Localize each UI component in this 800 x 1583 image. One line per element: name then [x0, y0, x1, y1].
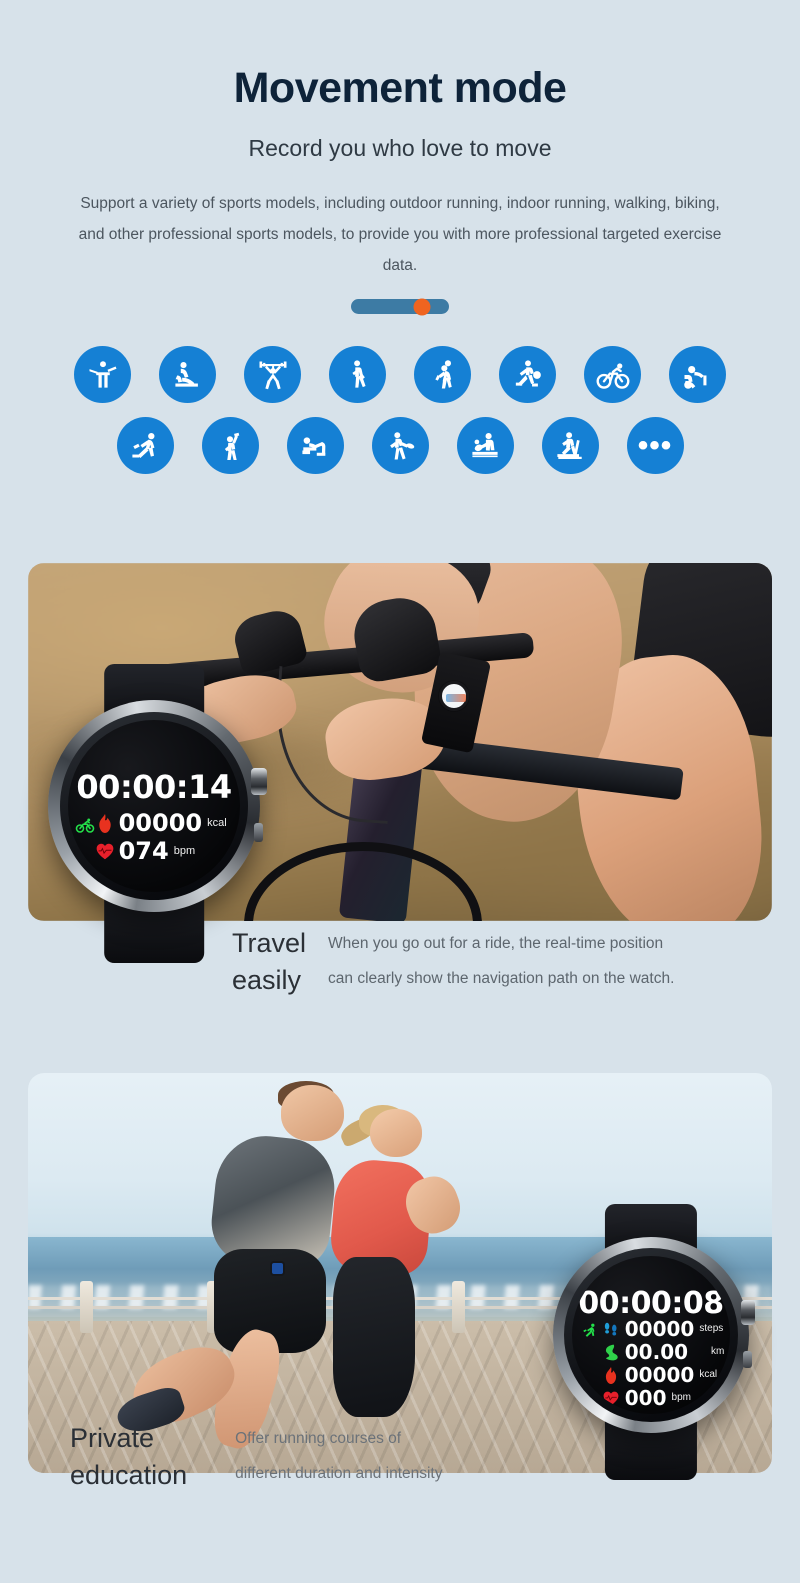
sport-item-table-tennis[interactable]	[456, 417, 514, 475]
sport-item-stretching[interactable]	[74, 346, 131, 404]
wrist-watch-on-rider	[438, 681, 469, 712]
heartrate-unit: bpm	[671, 1392, 691, 1404]
sport-item-treadmill[interactable]	[541, 417, 599, 475]
metric-calories: 00000 kcal	[96, 811, 240, 835]
sport-item-weightlifting[interactable]	[244, 346, 301, 404]
sport-icon-row-1	[0, 346, 800, 404]
calories-value: 00000	[624, 1363, 695, 1388]
situp-icon	[297, 428, 333, 464]
distance-value: 00.00	[624, 1340, 689, 1365]
cycling-watch-face: 00:00:14 00000 kcal 074 bpm	[68, 720, 240, 892]
slider-knob[interactable]	[413, 298, 431, 316]
running-caption-title: Private education	[70, 1423, 188, 1491]
cycling-icon	[75, 815, 95, 840]
calories-unit: kcal	[207, 816, 227, 829]
workout-timer: 00:00:14	[76, 768, 232, 807]
flame-icon	[602, 1366, 620, 1384]
heart-icon	[602, 1391, 620, 1406]
dance-icon	[212, 428, 248, 464]
workout-timer: 00:00:08	[578, 1285, 724, 1321]
cycling-icon	[595, 357, 631, 393]
mode-slider[interactable]	[351, 298, 449, 316]
wrist-watch-on-runner	[269, 1261, 285, 1276]
watch-crown[interactable]	[740, 1299, 756, 1326]
sport-item-badminton[interactable]	[371, 417, 429, 475]
stretching-icon	[85, 357, 121, 393]
metric-steps: 00000 steps	[602, 1319, 731, 1339]
watch-crown[interactable]	[250, 767, 267, 796]
metric-distance: 00.00 km	[602, 1342, 731, 1362]
rowing-icon	[170, 357, 206, 393]
running-caption-body: Offer running courses of different durat…	[235, 1430, 443, 1483]
treadmill-icon	[552, 428, 588, 464]
running-caption: Private education Offer running courses …	[70, 1420, 443, 1495]
steps-unit: steps	[699, 1323, 724, 1335]
badminton-icon	[382, 428, 418, 464]
heartrate-unit: bpm	[173, 844, 196, 857]
sport-item-cycling[interactable]	[584, 346, 641, 404]
product-feature-page: Movement mode Record you who love to mov…	[0, 0, 800, 1583]
steps-value: 00000	[624, 1317, 695, 1342]
distance-icon	[602, 1344, 620, 1361]
cycling-caption-body: When you go out for a ride, the real-tim…	[328, 935, 675, 988]
sport-item-dance[interactable]	[201, 417, 259, 475]
cycling-metrics: 00000 kcal 074 bpm	[96, 811, 240, 863]
sport-item-walking[interactable]	[329, 346, 386, 404]
page-title: Movement mode	[233, 64, 567, 112]
swimming-icon	[680, 357, 716, 393]
sport-mode-grid: •••	[0, 346, 800, 475]
running-watch-face: 00:00:08 00000 steps 00.00 km 00000 kcal…	[572, 1256, 731, 1415]
cycling-watch: 00:00:14 00000 kcal 074 bpm	[48, 663, 267, 963]
cycling-caption: Travel easily When you go out for a ride…	[232, 925, 674, 1000]
watch-screen[interactable]: 00:00:08 00000 steps 00.00 km 00000 kcal…	[571, 1255, 731, 1415]
sport-item-basketball[interactable]	[414, 346, 471, 404]
basketball-icon	[425, 357, 461, 393]
running-metrics: 00000 steps 00.00 km 00000 kcal 000 bpm	[602, 1319, 731, 1408]
watch-side-button[interactable]	[743, 1350, 753, 1369]
watch-side-button[interactable]	[253, 822, 264, 843]
running-watch: 00:00:08 00000 steps 00.00 km 00000 kcal…	[553, 1203, 756, 1481]
walking-icon	[340, 357, 376, 393]
heart-icon	[96, 843, 114, 860]
table-tennis-icon	[467, 428, 503, 464]
calories-unit: kcal	[699, 1369, 718, 1381]
slider-container	[0, 298, 800, 316]
sport-icon-row-2: •••	[0, 417, 800, 475]
sport-item-rowing[interactable]	[159, 346, 216, 404]
running-icon	[580, 1321, 599, 1345]
weightlifting-icon	[255, 357, 291, 393]
sport-item-more[interactable]: •••	[626, 417, 684, 475]
cycling-caption-title: Travel easily	[232, 928, 307, 996]
hero-section: Movement mode Record you who love to mov…	[0, 0, 800, 316]
heartrate-value: 074	[118, 837, 169, 866]
sport-item-volleyball[interactable]	[499, 346, 556, 404]
sport-item-running[interactable]	[116, 417, 174, 475]
volleyball-icon	[510, 357, 546, 393]
flame-icon	[96, 813, 114, 833]
metric-heartrate: 074 bpm	[96, 839, 240, 863]
sport-item-swimming[interactable]	[669, 346, 726, 404]
more-icon: •••	[637, 428, 673, 462]
heartrate-value: 000	[624, 1386, 667, 1411]
sport-item-situp[interactable]	[286, 417, 344, 475]
calories-value: 00000	[118, 809, 203, 838]
page-description: Support a variety of sports models, incl…	[78, 195, 722, 275]
running-icon	[127, 428, 163, 464]
footsteps-icon	[602, 1321, 620, 1338]
metric-heartrate: 000 bpm	[602, 1388, 731, 1408]
watch-screen[interactable]: 00:00:14 00000 kcal 074 bpm	[68, 720, 240, 892]
page-subtitle: Record you who love to move	[248, 135, 552, 162]
metric-calories: 00000 kcal	[602, 1365, 731, 1385]
distance-unit: km	[711, 1346, 725, 1358]
